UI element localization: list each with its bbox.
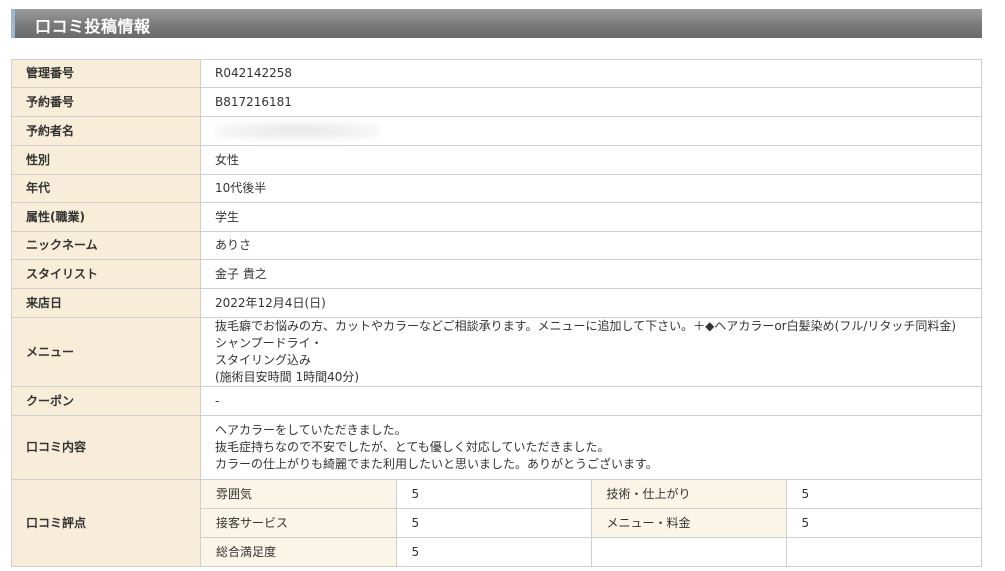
score-row: 接客サービス 5 メニュー・料金 5 [201,508,981,538]
rating-label: 口コミ評点 [11,479,201,567]
nickname-label: ニックネーム [11,231,201,260]
occupation-label: 属性(職業) [11,202,201,232]
table-row: 性別 女性 [11,145,982,175]
review-info-table: 管理番号 R042142258 予約番号 B817216181 予約者名 性別 … [11,59,982,567]
booker-name-value [200,116,982,146]
stylist-value: 金子 貴之 [200,259,982,289]
review-label: 口コミ内容 [11,415,201,480]
occupation-value: 学生 [200,202,982,232]
table-row: 口コミ内容 ヘアカラーをしていただきました。 抜毛症持ちなので不安でしたが、とて… [11,415,982,480]
menu-label: メニュー [11,317,201,387]
review-value: ヘアカラーをしていただきました。 抜毛症持ちなので不安でしたが、とても優しく対応… [200,415,982,480]
booker-name-label: 予約者名 [11,116,201,146]
score-row: 雰囲気 5 技術・仕上がり 5 [201,480,981,509]
table-row: 属性(職業) 学生 [11,202,982,232]
gender-label: 性別 [11,145,201,175]
score-label-technique: 技術・仕上がり [590,480,787,509]
table-row: 年代 10代後半 [11,174,982,203]
table-row: 管理番号 R042142258 [11,59,982,88]
redacted-name [215,122,380,140]
age-label: 年代 [11,174,201,203]
score-label-service: 接客サービス [201,508,397,538]
table-row: スタイリスト 金子 貴之 [11,259,982,289]
nickname-value: ありさ [200,231,982,260]
page-title: 口コミ投稿情報 [35,17,151,36]
menu-line: スタイリング込み [215,353,312,367]
table-row: ニックネーム ありさ [11,231,982,260]
score-label-menu-price: メニュー・料金 [590,508,787,538]
empty-cell [590,537,787,566]
score-value-technique: 5 [785,480,981,509]
menu-line: 抜毛癖でお悩みの方、カットやカラーなどご相談承ります。メニューに追加して下さい。… [215,319,956,350]
stylist-label: スタイリスト [11,259,201,289]
admin-no-label: 管理番号 [11,59,201,88]
coupon-label: クーポン [11,386,201,416]
visit-date-label: 来店日 [11,288,201,318]
table-row: メニュー 抜毛癖でお悩みの方、カットやカラーなどご相談承ります。メニューに追加し… [11,317,982,387]
coupon-value: - [200,386,982,416]
table-row: 口コミ評点 雰囲気 5 技術・仕上がり 5 接客サービス 5 メニュー・料金 5… [11,479,982,567]
score-value-menu-price: 5 [785,508,981,538]
score-value-atmosphere: 5 [395,480,592,509]
gender-value: 女性 [200,145,982,175]
menu-line: (施術目安時間 1時間40分) [215,370,360,384]
empty-cell [785,537,981,566]
menu-value: 抜毛癖でお悩みの方、カットやカラーなどご相談承ります。メニューに追加して下さい。… [200,317,982,387]
score-value-overall: 5 [395,537,592,566]
age-value: 10代後半 [200,174,982,203]
table-row: 来店日 2022年12月4日(日) [11,288,982,318]
visit-date-value: 2022年12月4日(日) [200,288,982,318]
score-row: 総合満足度 5 [201,537,981,566]
review-line: 抜毛症持ちなので不安でしたが、とても優しく対応していただきました。 [215,440,610,454]
table-row: 予約番号 B817216181 [11,87,982,117]
review-line: カラーの仕上がりも綺麗でまた利用したいと思いました。ありがとうございます。 [215,457,658,471]
rating-value: 雰囲気 5 技術・仕上がり 5 接客サービス 5 メニュー・料金 5 総合満足度… [200,479,982,567]
score-table: 雰囲気 5 技術・仕上がり 5 接客サービス 5 メニュー・料金 5 総合満足度… [201,480,981,566]
score-label-atmosphere: 雰囲気 [201,480,397,509]
admin-no-value: R042142258 [200,59,982,88]
score-value-service: 5 [395,508,592,538]
section-header: 口コミ投稿情報 [11,9,982,38]
booking-no-label: 予約番号 [11,87,201,117]
review-line: ヘアカラーをしていただきました。 [215,423,407,437]
booking-no-value: B817216181 [200,87,982,117]
table-row: 予約者名 [11,116,982,146]
score-label-overall: 総合満足度 [201,537,397,566]
table-row: クーポン - [11,386,982,416]
